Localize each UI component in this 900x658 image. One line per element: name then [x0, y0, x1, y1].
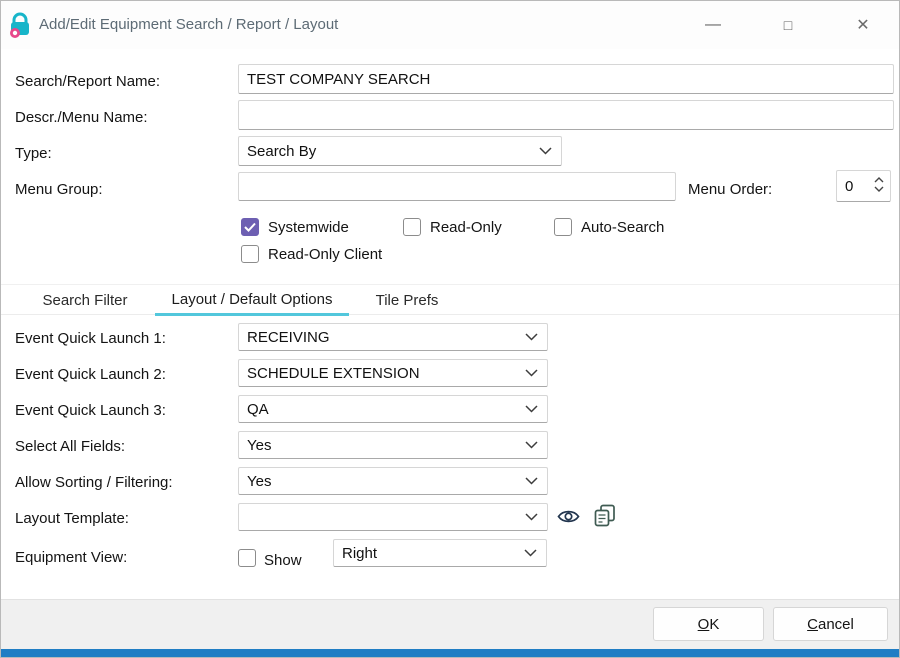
cancel-accel: C — [807, 616, 818, 633]
menu-order-stepper[interactable]: 0 — [836, 170, 891, 202]
event-quick-launch-3-label: Event Quick Launch 3: — [15, 402, 166, 419]
footer-bar — [1, 599, 899, 649]
stepper-arrows[interactable] — [874, 177, 884, 192]
ok-button[interactable]: OK — [653, 607, 764, 641]
type-value: Search By — [247, 143, 316, 160]
tab-label: Layout / Default Options — [172, 291, 333, 308]
dialog-add-edit-equipment-search: Add/Edit Equipment Search / Report / Lay… — [0, 0, 900, 658]
type-label: Type: — [15, 145, 52, 162]
titlebar[interactable]: Add/Edit Equipment Search / Report / Lay… — [1, 1, 899, 49]
maximize-button[interactable]: □ — [766, 1, 810, 49]
descr-menu-name-input[interactable] — [238, 100, 894, 130]
chevron-up-icon[interactable] — [874, 177, 884, 183]
tab-search-filter[interactable]: Search Filter — [15, 285, 155, 316]
type-dropdown[interactable]: Search By — [238, 136, 562, 166]
menu-group-input[interactable] — [238, 172, 676, 201]
chevron-down-icon — [539, 147, 552, 155]
auto-search-label[interactable]: Auto-Search — [581, 219, 664, 236]
tab-label: Search Filter — [42, 292, 127, 309]
event-quick-launch-1-label: Event Quick Launch 1: — [15, 330, 166, 347]
chevron-down-icon — [525, 477, 538, 485]
bottom-accent-strip — [1, 649, 899, 658]
descr-menu-name-label: Descr./Menu Name: — [15, 109, 148, 126]
read-only-checkbox[interactable] — [403, 218, 421, 236]
event-quick-launch-3-dropdown[interactable]: QA — [238, 395, 548, 423]
systemwide-label[interactable]: Systemwide — [268, 219, 349, 236]
chevron-down-icon — [525, 369, 538, 377]
event-quick-launch-2-dropdown[interactable]: SCHEDULE EXTENSION — [238, 359, 548, 387]
menu-group-label: Menu Group: — [15, 181, 103, 198]
cancel-button[interactable]: Cancel — [773, 607, 888, 641]
tab-tile-prefs[interactable]: Tile Prefs — [361, 285, 453, 316]
search-report-name-input[interactable] — [238, 64, 894, 94]
event-quick-launch-3-value: QA — [247, 401, 269, 418]
read-only-client-checkbox[interactable] — [241, 245, 259, 263]
select-all-fields-label: Select All Fields: — [15, 438, 125, 455]
search-report-name-label: Search/Report Name: — [15, 73, 160, 90]
minimize-icon: — — [705, 16, 721, 34]
app-icon — [6, 11, 34, 39]
allow-sorting-filtering-dropdown[interactable]: Yes — [238, 467, 548, 495]
event-quick-launch-2-label: Event Quick Launch 2: — [15, 366, 166, 383]
layout-template-label: Layout Template: — [15, 510, 129, 527]
equipment-view-show-label[interactable]: Show — [264, 552, 302, 569]
equipment-view-value: Right — [342, 545, 377, 562]
window-title: Add/Edit Equipment Search / Report / Lay… — [39, 1, 338, 49]
close-button[interactable]: ✕ — [841, 1, 885, 49]
ok-rest: K — [709, 616, 719, 633]
event-quick-launch-2-value: SCHEDULE EXTENSION — [247, 365, 420, 382]
chevron-down-icon — [525, 333, 538, 341]
menu-order-value: 0 — [845, 178, 853, 195]
equipment-view-dropdown[interactable]: Right — [333, 539, 547, 567]
auto-search-checkbox[interactable] — [554, 218, 572, 236]
minimize-button[interactable]: — — [691, 1, 735, 49]
select-all-fields-value: Yes — [247, 437, 271, 454]
read-only-label[interactable]: Read-Only — [430, 219, 502, 236]
copy-layout-icon[interactable] — [594, 504, 616, 528]
chevron-down-icon — [525, 405, 538, 413]
equipment-view-label: Equipment View: — [15, 549, 127, 566]
chevron-down-icon — [524, 549, 537, 557]
equipment-view-show-checkbox[interactable] — [238, 549, 256, 567]
select-all-fields-dropdown[interactable]: Yes — [238, 431, 548, 459]
read-only-client-label[interactable]: Read-Only Client — [268, 246, 382, 263]
preview-eye-icon[interactable] — [557, 508, 580, 525]
close-icon: ✕ — [856, 15, 869, 35]
menu-order-label: Menu Order: — [688, 181, 772, 198]
tab-bar: Search Filter Layout / Default Options T… — [1, 284, 899, 315]
check-icon — [244, 222, 256, 232]
layout-template-dropdown[interactable] — [238, 503, 548, 531]
tab-layout-default-options[interactable]: Layout / Default Options — [155, 285, 349, 316]
maximize-icon: □ — [784, 17, 792, 33]
chevron-down-icon — [525, 441, 538, 449]
tab-label: Tile Prefs — [376, 292, 439, 309]
cancel-rest: ancel — [818, 616, 854, 633]
event-quick-launch-1-dropdown[interactable]: RECEIVING — [238, 323, 548, 351]
chevron-down-icon — [525, 513, 538, 521]
event-quick-launch-1-value: RECEIVING — [247, 329, 330, 346]
allow-sorting-filtering-value: Yes — [247, 473, 271, 490]
allow-sorting-filtering-label: Allow Sorting / Filtering: — [15, 474, 173, 491]
systemwide-checkbox[interactable] — [241, 218, 259, 236]
ok-accel: O — [698, 616, 710, 633]
chevron-down-icon[interactable] — [874, 186, 884, 192]
